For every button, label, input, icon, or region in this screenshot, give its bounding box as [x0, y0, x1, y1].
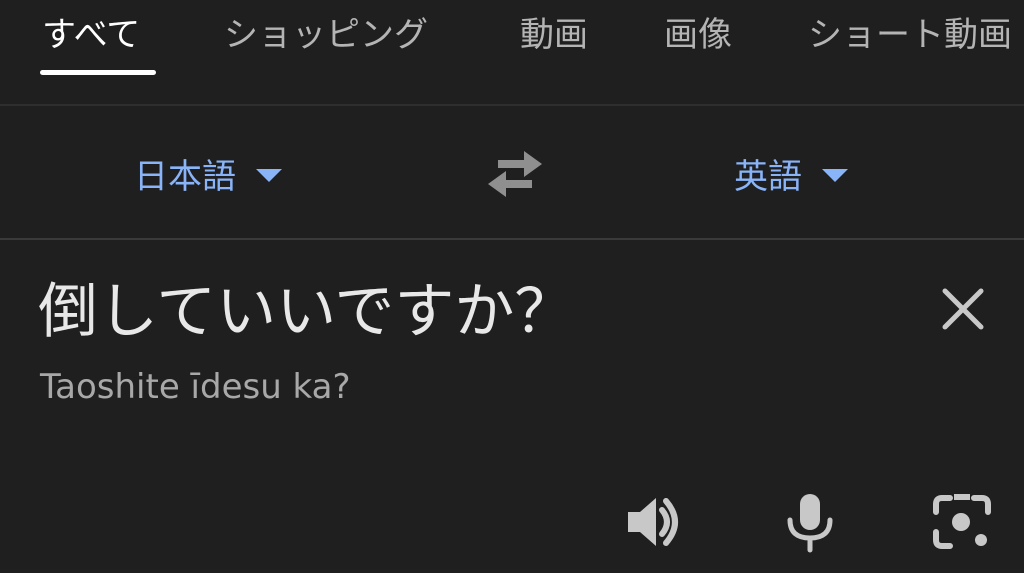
- tab-images[interactable]: 画像: [664, 10, 732, 60]
- tab-videos[interactable]: 動画: [520, 10, 588, 60]
- romanization-text: Taoshite īdesu ka?: [40, 367, 351, 407]
- chevron-down-icon: [822, 168, 848, 182]
- target-language-label: 英語: [734, 156, 802, 197]
- speaker-icon[interactable]: [622, 490, 686, 554]
- lens-camera-icon[interactable]: [930, 490, 994, 554]
- language-selector-row: 日本語 英語: [0, 106, 1024, 240]
- search-tabs: すべて ショッピング 動画 画像 ショート動画: [0, 0, 1024, 106]
- tab-shopping[interactable]: ショッピング: [224, 10, 428, 60]
- active-tab-indicator: [40, 70, 156, 75]
- tab-short-videos[interactable]: ショート動画: [808, 10, 1012, 60]
- source-language-select[interactable]: 日本語: [134, 150, 282, 197]
- source-language-label: 日本語: [134, 156, 236, 197]
- swap-arrows-icon[interactable]: [484, 148, 546, 200]
- target-language-select[interactable]: 英語: [734, 150, 848, 197]
- source-text-input[interactable]: 倒していいですか？: [38, 276, 574, 348]
- chevron-down-icon: [256, 168, 282, 182]
- microphone-icon[interactable]: [778, 490, 842, 554]
- tab-all[interactable]: すべて: [42, 10, 140, 60]
- close-icon[interactable]: [938, 284, 988, 334]
